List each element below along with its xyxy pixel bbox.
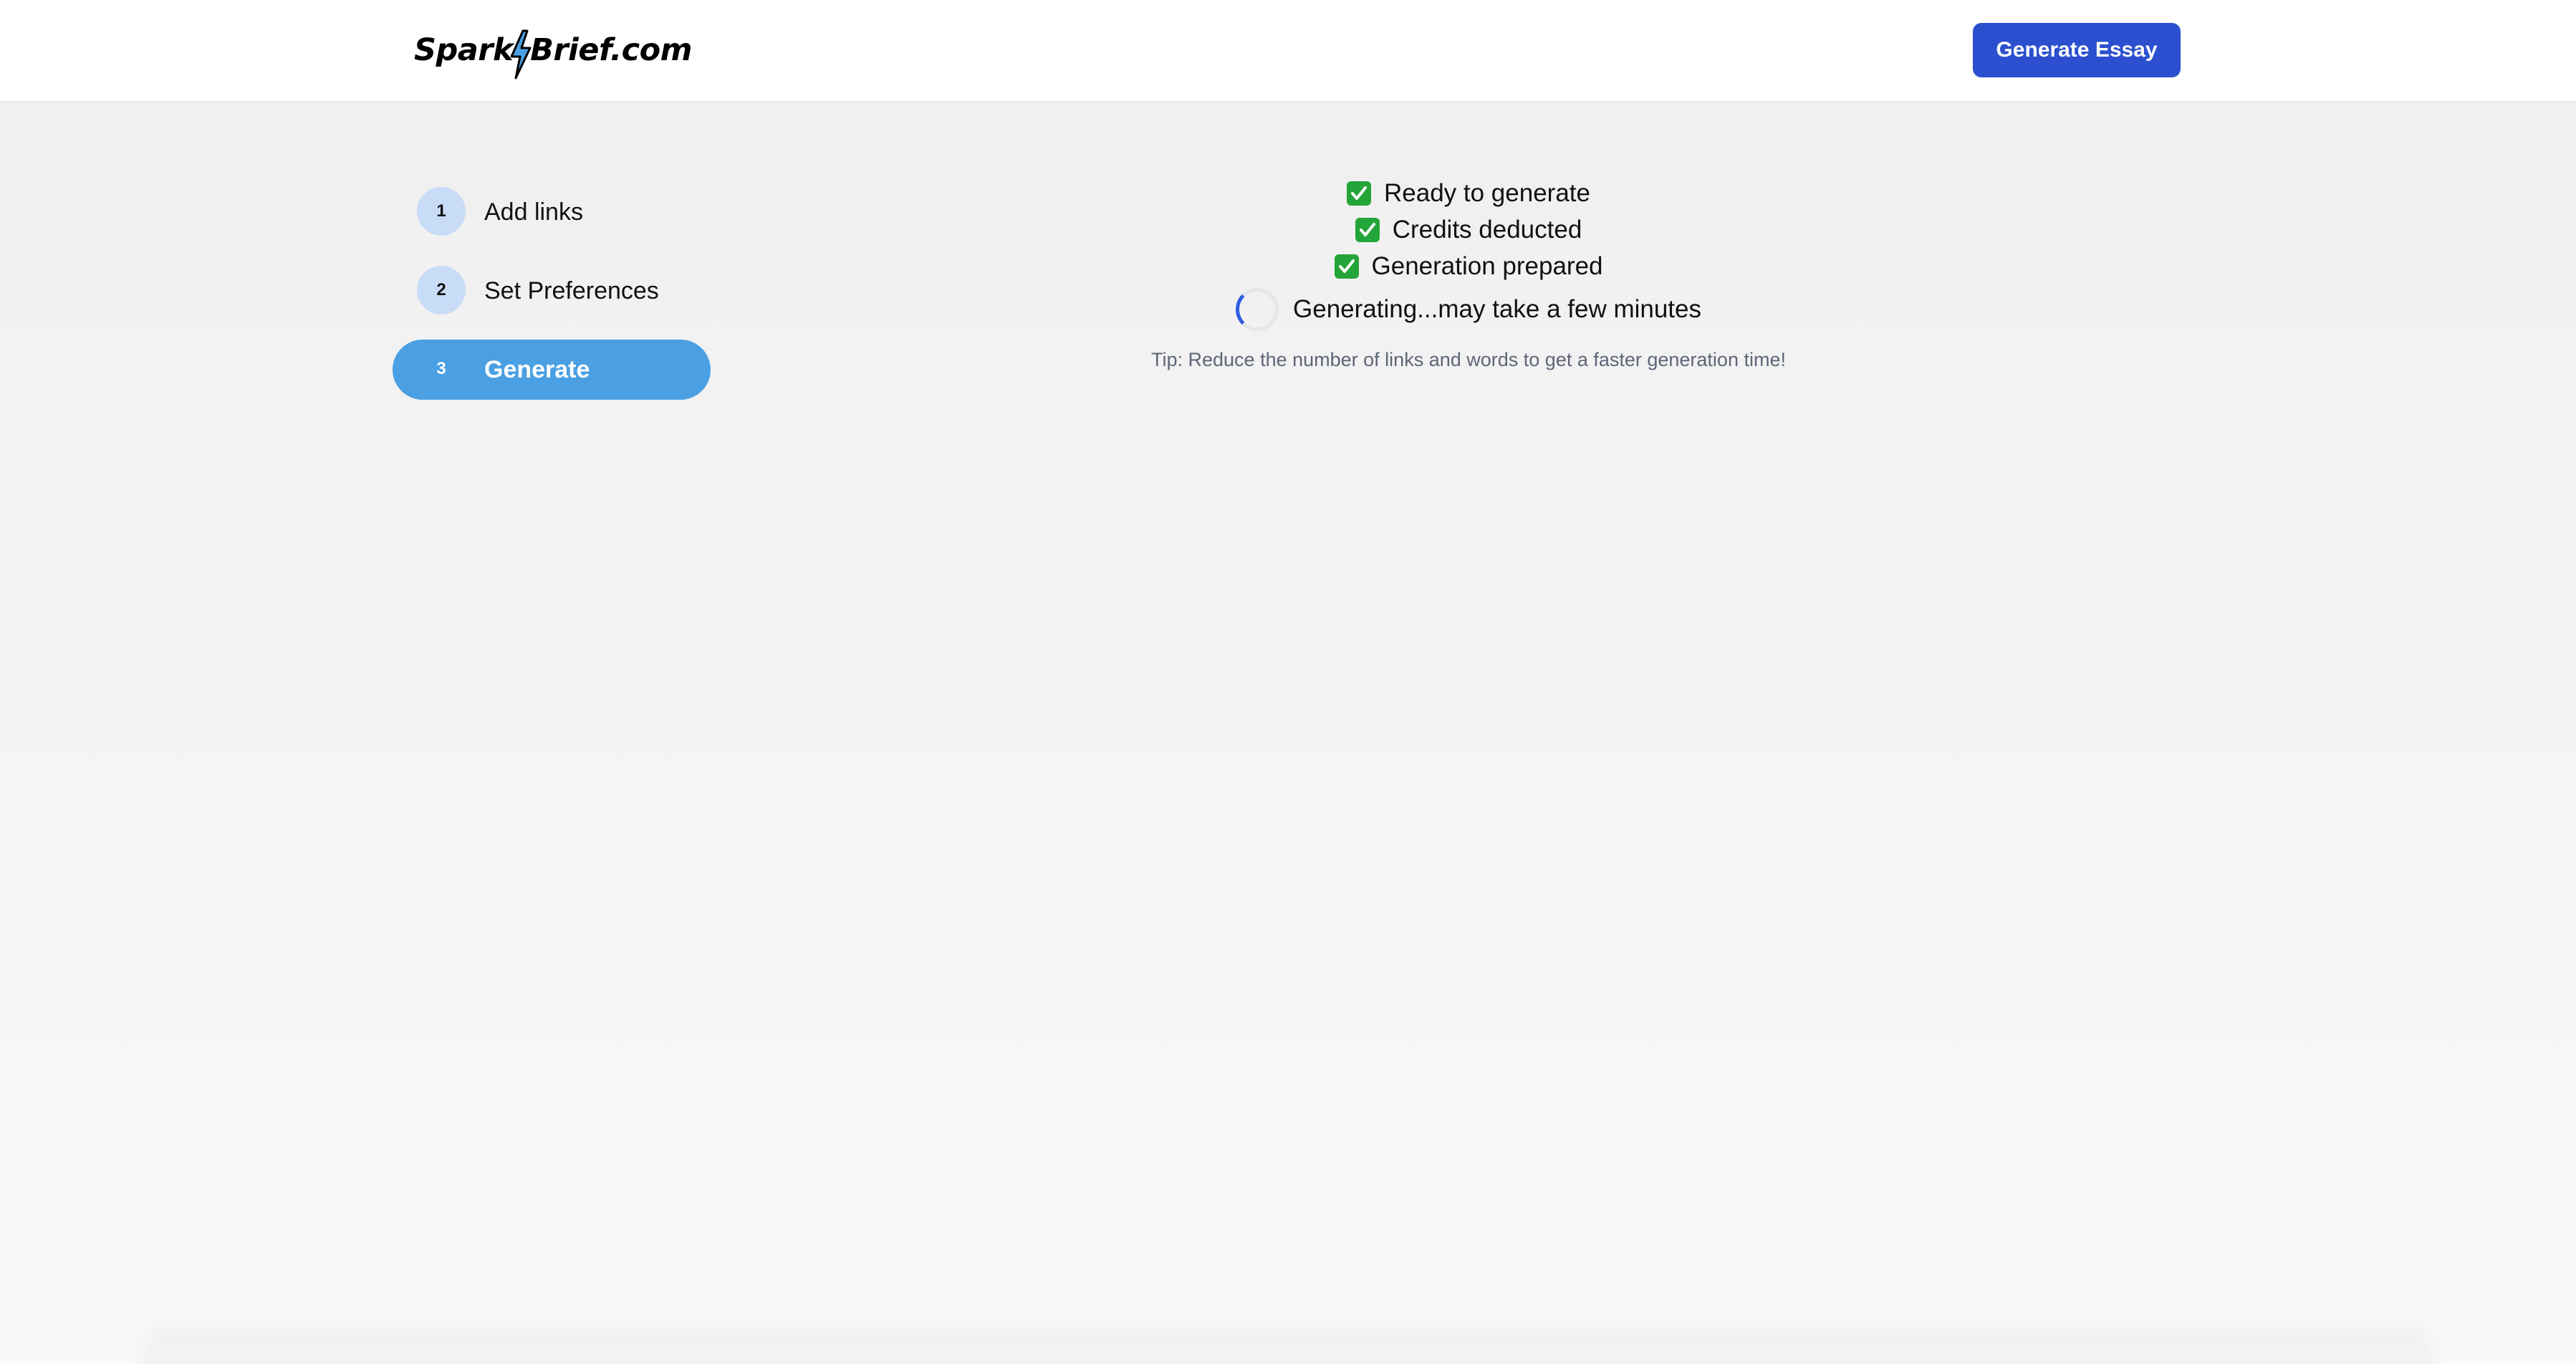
status-generating: Generating...may take a few minutes [1003, 284, 1934, 335]
logo-text-brief: Brief.com [530, 32, 692, 68]
step-set-preferences[interactable]: 2 Set Preferences [393, 261, 711, 321]
status-credits: Credits deducted [1003, 211, 1934, 248]
step-number: 1 [417, 187, 466, 236]
check-icon [1347, 181, 1371, 206]
status-text: Generation prepared [1371, 251, 1603, 280]
step-label: Add links [484, 198, 583, 226]
steps-sidebar: 1 Add links 2 Set Preferences 3 Generate [393, 182, 711, 418]
top-header: Spark Brief.com Generate Essay [0, 0, 2576, 102]
step-label: Set Preferences [484, 277, 659, 304]
loading-text: Generating...may take a few minutes [1293, 295, 1701, 323]
tip-text: Tip: Reduce the number of links and word… [1151, 349, 1786, 370]
step-add-links[interactable]: 1 Add links [393, 182, 711, 242]
logo-text-spark: Spark [414, 32, 514, 68]
step-label: Generate [484, 355, 590, 383]
step-generate[interactable]: 3 Generate [393, 340, 711, 400]
step-number: 2 [417, 266, 466, 314]
status-prepared: Generation prepared [1003, 248, 1934, 284]
lightning-bolt-icon [509, 29, 533, 80]
generate-essay-button[interactable]: Generate Essay [1973, 23, 2181, 77]
bottom-panel-edge [143, 1344, 2433, 1364]
check-icon [1334, 254, 1359, 279]
check-icon [1355, 217, 1380, 242]
status-text: Ready to generate [1384, 178, 1590, 207]
status-text: Credits deducted [1392, 215, 1582, 244]
status-ready: Ready to generate [1003, 175, 1934, 211]
loading-spinner-icon [1236, 288, 1279, 331]
sparkbrief-logo[interactable]: Spark Brief.com [414, 21, 692, 80]
step-number: 3 [436, 359, 446, 378]
generation-status: Ready to generate Credits deducted Gener… [1003, 175, 1934, 371]
